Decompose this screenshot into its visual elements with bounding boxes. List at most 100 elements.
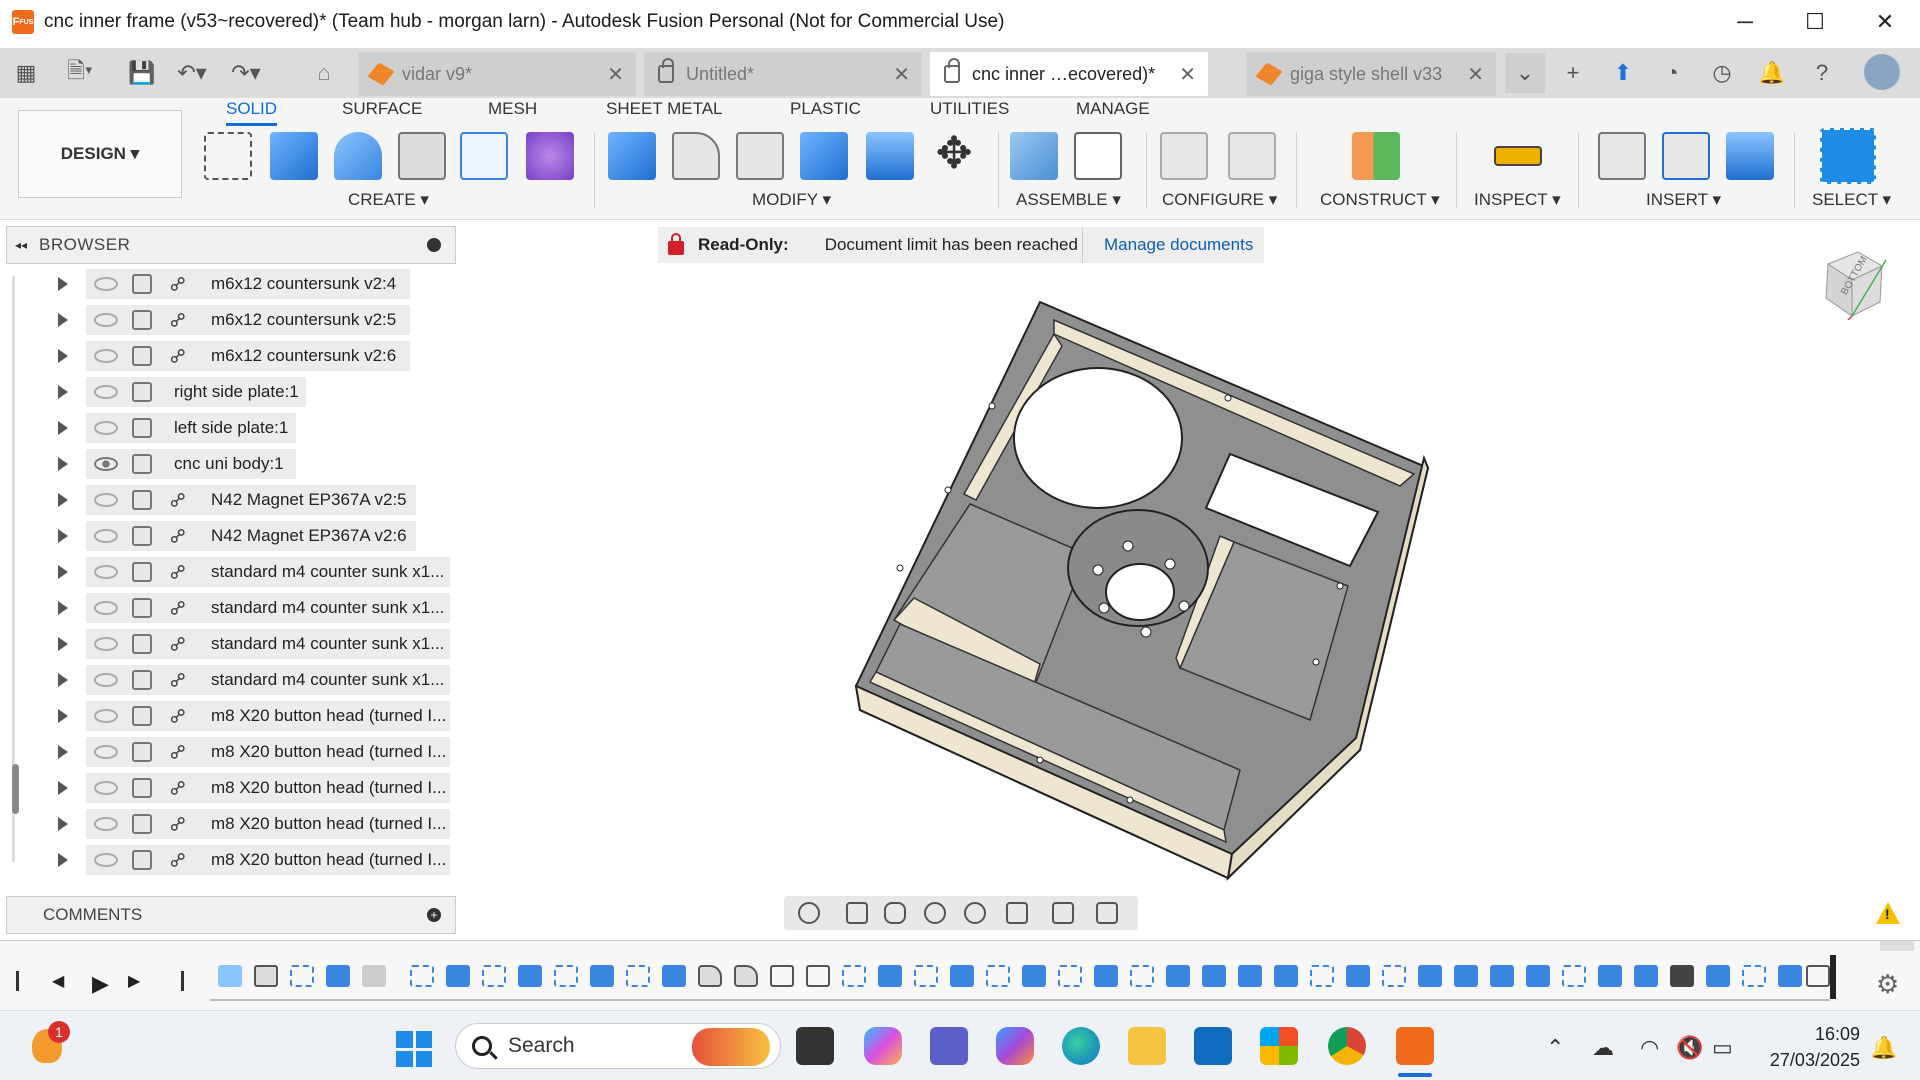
visibility-eye-icon[interactable] [94, 853, 118, 867]
tab-utilities[interactable]: UTILITIES [930, 98, 1009, 126]
chrome-icon[interactable] [1328, 1027, 1366, 1065]
timeline-feature-icon[interactable] [1806, 965, 1830, 987]
visibility-eye-icon[interactable] [94, 565, 118, 579]
timeline-feature-icon[interactable] [410, 965, 434, 987]
configuration-table-icon[interactable] [1228, 132, 1276, 180]
expand-caret-icon[interactable] [58, 853, 68, 867]
expand-caret-icon[interactable] [58, 313, 68, 327]
construct-menu[interactable]: CONSTRUCT ▾ [1320, 190, 1440, 210]
timeline-feature-icon[interactable] [734, 965, 758, 987]
visibility-eye-icon[interactable] [94, 817, 118, 831]
pattern-icon[interactable] [460, 132, 508, 180]
fusion-taskbar-icon[interactable] [1396, 1027, 1434, 1065]
timeline-feature-icon[interactable] [878, 965, 902, 987]
list-item[interactable]: ⚯ standard m4 counter sunk x1... [6, 628, 456, 660]
home-icon[interactable]: ⌂ [304, 53, 344, 93]
timeline-feature-icon[interactable] [326, 965, 350, 987]
tab-solid[interactable]: SOLID [226, 98, 278, 126]
expand-caret-icon[interactable] [58, 817, 68, 831]
add-comment-icon[interactable]: + [427, 908, 441, 922]
hole-icon[interactable] [398, 132, 446, 180]
timeline-feature-icon[interactable] [218, 965, 242, 987]
list-item[interactable]: ⚯ m6x12 countersunk v2:4 [6, 268, 456, 300]
system-clock[interactable]: 16:09 27/03/2025 [1756, 1021, 1860, 1073]
timeline-feature-icon[interactable] [362, 965, 386, 987]
visibility-eye-icon[interactable] [94, 349, 118, 363]
help-icon[interactable]: ? [1802, 53, 1842, 93]
job-status-icon[interactable]: ◷ [1702, 53, 1742, 93]
visibility-eye-icon[interactable] [94, 709, 118, 723]
visibility-eye-icon[interactable] [94, 277, 118, 291]
timeline-feature-icon[interactable] [482, 965, 506, 987]
expand-caret-icon[interactable] [58, 457, 68, 471]
copilot-icon[interactable] [864, 1027, 902, 1065]
timeline-feature-icon[interactable] [1706, 965, 1730, 987]
step-back-icon[interactable]: ◀ [52, 971, 72, 991]
assemble-menu[interactable]: ASSEMBLE ▾ [1016, 190, 1121, 210]
configure-icon[interactable] [1160, 132, 1208, 180]
avatar[interactable] [1864, 54, 1900, 90]
list-item[interactable]: cnc uni body:1 [6, 448, 456, 480]
timeline-feature-icon[interactable] [1418, 965, 1442, 987]
taskbar-search[interactable]: Search [455, 1023, 781, 1069]
onedrive-icon[interactable]: ☁ [1592, 1035, 1614, 1061]
zoom-window-icon[interactable] [964, 902, 986, 924]
timeline-feature-icon[interactable] [1490, 965, 1514, 987]
timeline-feature-icon[interactable] [1742, 965, 1766, 987]
expand-caret-icon[interactable] [58, 745, 68, 759]
timeline-feature-icon[interactable] [1238, 965, 1262, 987]
timeline-feature-icon[interactable] [1310, 965, 1334, 987]
display-settings-icon[interactable] [1006, 902, 1028, 924]
app-grid-icon[interactable]: ▦ [6, 53, 46, 93]
tray-overflow-icon[interactable]: ⌃ [1546, 1035, 1564, 1061]
expand-caret-icon[interactable] [58, 781, 68, 795]
list-item[interactable]: ⚯ m8 X20 button head (turned I... [6, 700, 456, 732]
extrude-icon[interactable] [270, 132, 318, 180]
tab-sheet-metal[interactable]: SHEET METAL [606, 98, 723, 126]
zoom-icon[interactable] [924, 902, 946, 924]
save-icon[interactable]: 💾 [122, 53, 162, 93]
joint-icon[interactable] [1074, 132, 1122, 180]
battery-icon[interactable]: ▭ [1712, 1035, 1733, 1061]
timeline-feature-icon[interactable] [1058, 965, 1082, 987]
timeline-settings-gear-icon[interactable]: ⚙ [1876, 969, 1899, 1000]
timeline-feature-icon[interactable] [950, 965, 974, 987]
visibility-eye-icon[interactable] [94, 313, 118, 327]
grid-settings-icon[interactable] [1052, 902, 1074, 924]
edge-browser-icon[interactable] [1062, 1027, 1100, 1065]
timeline-feature-icon[interactable] [698, 965, 722, 987]
timeline-feature-icon[interactable] [1094, 965, 1118, 987]
expand-caret-icon[interactable] [58, 421, 68, 435]
modify-menu[interactable]: MODIFY ▾ [752, 190, 831, 210]
list-item[interactable]: ⚯ m8 X20 button head (turned I... [6, 808, 456, 840]
new-tab-icon[interactable]: + [1553, 53, 1593, 93]
offset-plane-icon[interactable] [1352, 132, 1400, 180]
visibility-eye-icon[interactable] [94, 457, 118, 471]
expand-caret-icon[interactable] [58, 637, 68, 651]
fillet-icon[interactable] [672, 132, 720, 180]
expand-caret-icon[interactable] [58, 277, 68, 291]
look-at-icon[interactable] [846, 902, 868, 924]
volume-muted-icon[interactable]: 🔇 [1676, 1035, 1703, 1061]
timeline-feature-icon[interactable] [1454, 965, 1478, 987]
tab-manage[interactable]: MANAGE [1076, 98, 1150, 126]
tab-giga-style[interactable]: giga style shell v33 ✕ [1246, 52, 1496, 96]
timeline-feature-icon[interactable] [986, 965, 1010, 987]
timeline-feature-icon[interactable] [1670, 965, 1694, 987]
list-item[interactable]: ⚯ m6x12 countersunk v2:6 [6, 340, 456, 372]
go-to-end-icon[interactable] [164, 971, 184, 991]
close-button[interactable]: ✕ [1850, 0, 1920, 44]
configure-menu[interactable]: CONFIGURE ▾ [1162, 190, 1277, 210]
press-pull-icon[interactable] [608, 132, 656, 180]
timeline-feature-icon[interactable] [626, 965, 650, 987]
list-item[interactable]: ⚯ m8 X20 button head (turned I... [6, 844, 456, 876]
expand-caret-icon[interactable] [58, 349, 68, 363]
undo-icon[interactable]: ↶▾ [172, 53, 212, 93]
combine-icon[interactable] [800, 132, 848, 180]
timeline-marker[interactable] [1830, 955, 1836, 999]
timeline-feature-icon[interactable] [1274, 965, 1298, 987]
list-item[interactable]: ⚯ N42 Magnet EP367A v2:5 [6, 484, 456, 516]
insert-menu[interactable]: INSERT ▾ [1646, 190, 1721, 210]
comments-panel-header[interactable]: COMMENTS + [6, 896, 456, 934]
minimize-button[interactable]: ─ [1710, 0, 1780, 44]
